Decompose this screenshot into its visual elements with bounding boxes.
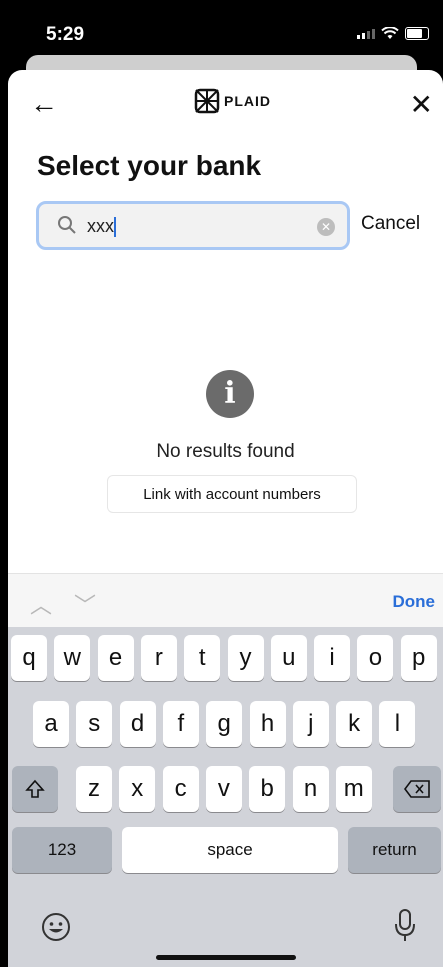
close-icon[interactable]: ✕ xyxy=(410,88,433,121)
key-d[interactable]: d xyxy=(119,701,156,747)
shift-key[interactable] xyxy=(12,766,58,812)
space-key[interactable]: space xyxy=(122,827,338,873)
key-k[interactable]: k xyxy=(336,701,373,747)
microphone-icon[interactable] xyxy=(392,908,418,944)
link-account-numbers-button[interactable]: Link with account numbers xyxy=(107,475,357,513)
status-icons xyxy=(357,27,429,40)
key-c[interactable]: c xyxy=(162,766,199,812)
chevron-down-icon[interactable]: ﹀ xyxy=(74,588,96,620)
status-time: 5:29 xyxy=(46,24,85,45)
back-arrow-icon[interactable]: ← xyxy=(30,88,58,120)
key-n[interactable]: n xyxy=(292,766,329,812)
search-input-value[interactable]: xxx xyxy=(87,216,116,238)
shift-icon xyxy=(25,779,45,798)
backspace-key[interactable] xyxy=(393,766,441,812)
search-input[interactable]: xxx ✕ xyxy=(36,201,350,250)
key-g[interactable]: g xyxy=(206,701,243,747)
key-e[interactable]: e xyxy=(97,635,134,681)
wifi-icon xyxy=(381,27,399,39)
key-r[interactable]: r xyxy=(140,635,177,681)
key-p[interactable]: p xyxy=(400,635,437,681)
signal-icon xyxy=(357,28,375,39)
done-button[interactable]: Done xyxy=(393,592,436,612)
key-l[interactable]: l xyxy=(379,701,416,747)
battery-icon xyxy=(405,27,429,40)
search-icon xyxy=(58,216,76,234)
info-icon: i xyxy=(206,370,254,418)
key-i[interactable]: i xyxy=(314,635,351,681)
plaid-logo: PLAID xyxy=(194,88,271,114)
cancel-search-button[interactable]: Cancel xyxy=(361,213,420,235)
key-w[interactable]: w xyxy=(54,635,91,681)
sheet-header: ← PLAID ✕ xyxy=(8,70,443,140)
backspace-icon xyxy=(404,780,430,798)
key-m[interactable]: m xyxy=(335,766,372,812)
text-cursor xyxy=(114,217,116,238)
key-j[interactable]: j xyxy=(292,701,329,747)
key-s[interactable]: s xyxy=(76,701,113,747)
page-title: Select your bank xyxy=(37,150,262,181)
emoji-icon[interactable] xyxy=(40,911,72,943)
return-key[interactable]: return xyxy=(348,827,441,873)
key-u[interactable]: u xyxy=(270,635,307,681)
keyboard-toolbar: ︿ ﹀ Done xyxy=(8,573,443,627)
plaid-logo-text: PLAID xyxy=(224,93,271,109)
plaid-logo-icon xyxy=(194,88,220,114)
chevron-up-icon[interactable]: ︿ xyxy=(30,588,52,620)
key-a[interactable]: a xyxy=(33,701,69,747)
key-q[interactable]: q xyxy=(11,635,47,681)
clear-search-icon[interactable]: ✕ xyxy=(317,218,335,236)
key-f[interactable]: f xyxy=(162,701,199,747)
home-indicator xyxy=(156,955,296,960)
key-v[interactable]: v xyxy=(205,766,242,812)
key-b[interactable]: b xyxy=(249,766,286,812)
key-o[interactable]: o xyxy=(357,635,394,681)
key-x[interactable]: x xyxy=(119,766,156,812)
keyboard: ︿ ﹀ Done qwertyuiop asdfghjkl zxcvbnm 12… xyxy=(8,573,443,967)
no-results-message: No results found xyxy=(156,441,295,462)
key-h[interactable]: h xyxy=(249,701,286,747)
key-t[interactable]: t xyxy=(184,635,221,681)
numbers-key[interactable]: 123 xyxy=(12,827,112,873)
key-z[interactable]: z xyxy=(76,766,112,812)
key-y[interactable]: y xyxy=(227,635,264,681)
